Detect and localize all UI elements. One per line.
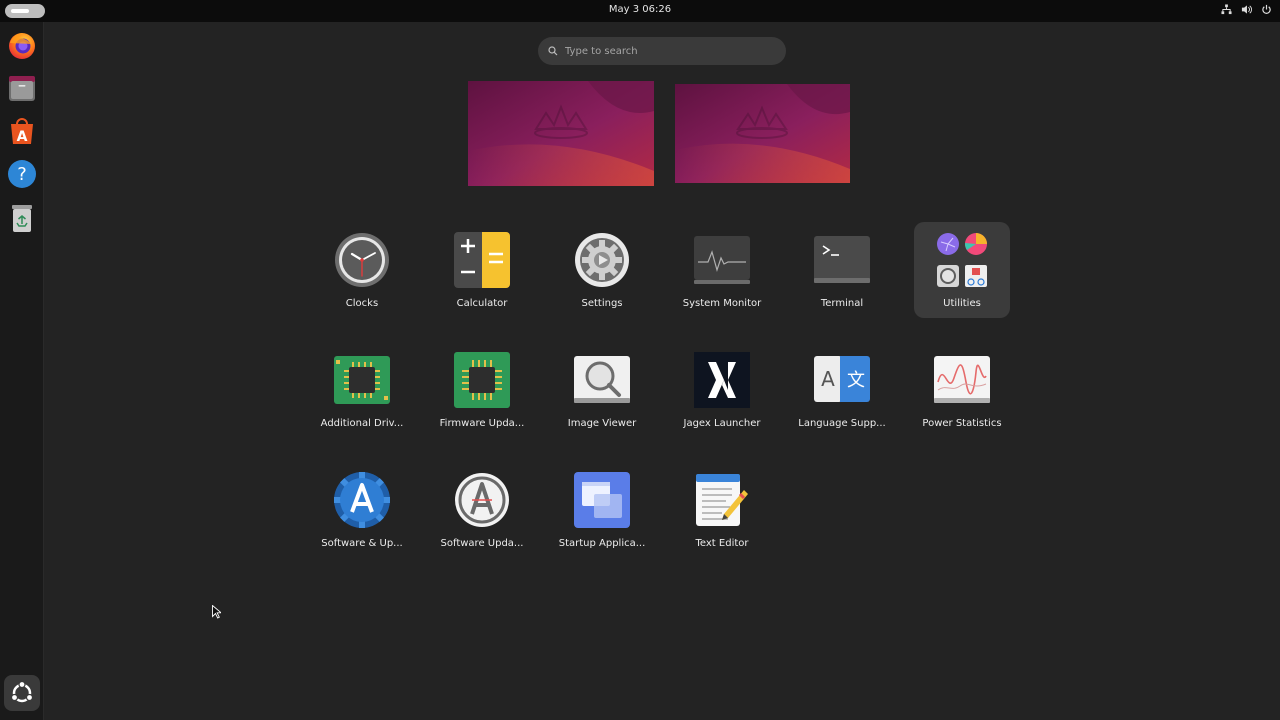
chip-icon xyxy=(334,352,390,408)
volume-icon[interactable] xyxy=(1241,4,1252,15)
app-label: Text Editor xyxy=(695,538,749,549)
text-editor-icon xyxy=(694,472,750,528)
app-startup-applications[interactable]: Startup Applica... xyxy=(554,462,650,558)
system-monitor-icon xyxy=(694,232,750,288)
app-settings[interactable]: Settings xyxy=(554,222,650,318)
app-label: Settings xyxy=(581,298,623,309)
workspace-thumbnail-2[interactable] xyxy=(675,84,850,183)
app-label: Power Statistics xyxy=(922,418,1002,429)
app-label: Language Supp... xyxy=(798,418,886,429)
app-clocks[interactable]: Clocks xyxy=(314,222,410,318)
dock-app-center[interactable]: A xyxy=(6,115,38,147)
app-additional-drivers[interactable]: Additional Driv... xyxy=(314,342,410,438)
app-text-editor[interactable]: Text Editor xyxy=(674,462,770,558)
software-sources-icon xyxy=(334,472,390,528)
files-icon xyxy=(6,72,38,104)
clocks-icon xyxy=(334,232,390,288)
app-label: Firmware Upda... xyxy=(439,418,525,429)
app-center-icon: A xyxy=(6,115,38,147)
ubuntu-logo-icon xyxy=(4,679,40,707)
app-firmware-updater[interactable]: Firmware Upda... xyxy=(434,342,530,438)
utilities-folder-icon xyxy=(934,232,990,288)
network-icon[interactable] xyxy=(1221,4,1232,15)
app-label: Terminal xyxy=(820,298,864,309)
app-language-support[interactable]: A文 Language Supp... xyxy=(794,342,890,438)
search-icon xyxy=(548,46,558,56)
app-label: Clocks xyxy=(345,298,379,309)
workspace-thumbnail-1[interactable] xyxy=(468,81,654,186)
app-image-viewer[interactable]: Image Viewer xyxy=(554,342,650,438)
show-apps-button[interactable] xyxy=(4,675,40,711)
dock-help[interactable]: ? xyxy=(6,158,38,190)
dock-files[interactable] xyxy=(6,72,38,104)
app-label: Additional Driv... xyxy=(320,418,404,429)
jagex-icon xyxy=(694,352,750,408)
svg-text:A: A xyxy=(17,129,28,145)
system-tray[interactable] xyxy=(1221,4,1272,15)
software-updater-icon xyxy=(454,472,510,528)
svg-text:?: ? xyxy=(17,164,27,185)
app-folder-utilities[interactable]: Utilities xyxy=(914,222,1010,318)
clock[interactable]: May 3 06:26 xyxy=(0,4,1280,15)
power-statistics-icon xyxy=(934,352,990,408)
help-icon: ? xyxy=(6,158,38,190)
app-terminal[interactable]: Terminal xyxy=(794,222,890,318)
settings-icon xyxy=(574,232,630,288)
app-calculator[interactable]: Calculator xyxy=(434,222,530,318)
trash-icon xyxy=(6,202,38,234)
top-bar: May 3 06:26 xyxy=(0,0,1280,22)
svg-text:文: 文 xyxy=(847,370,865,391)
app-label: Utilities xyxy=(943,298,981,309)
power-icon[interactable] xyxy=(1261,4,1272,15)
app-label: Jagex Launcher xyxy=(683,418,761,429)
app-label: System Monitor xyxy=(682,298,762,309)
dock-trash[interactable] xyxy=(6,202,38,234)
search-bar[interactable] xyxy=(538,37,786,65)
app-label: Calculator xyxy=(456,298,508,309)
firefox-icon xyxy=(6,29,38,61)
chip-icon xyxy=(454,352,510,408)
dock: A ? xyxy=(0,22,44,720)
image-viewer-icon xyxy=(574,352,630,408)
app-software-and-updates[interactable]: Software & Up... xyxy=(314,462,410,558)
app-label: Software Upda... xyxy=(440,538,524,549)
language-icon: A文 xyxy=(814,352,870,408)
app-label: Image Viewer xyxy=(567,418,637,429)
app-label: Software & Up... xyxy=(321,538,403,549)
app-system-monitor[interactable]: System Monitor xyxy=(674,222,770,318)
app-power-statistics[interactable]: Power Statistics xyxy=(914,342,1010,438)
mouse-pointer xyxy=(212,605,221,619)
calculator-icon xyxy=(454,232,510,288)
app-label: Startup Applica... xyxy=(558,538,646,549)
app-jagex-launcher[interactable]: Jagex Launcher xyxy=(674,342,770,438)
dock-firefox[interactable] xyxy=(6,29,38,61)
search-input[interactable] xyxy=(565,42,775,60)
app-software-updater[interactable]: Software Upda... xyxy=(434,462,530,558)
startup-apps-icon xyxy=(574,472,630,528)
terminal-icon xyxy=(814,232,870,288)
svg-text:A: A xyxy=(821,367,835,391)
